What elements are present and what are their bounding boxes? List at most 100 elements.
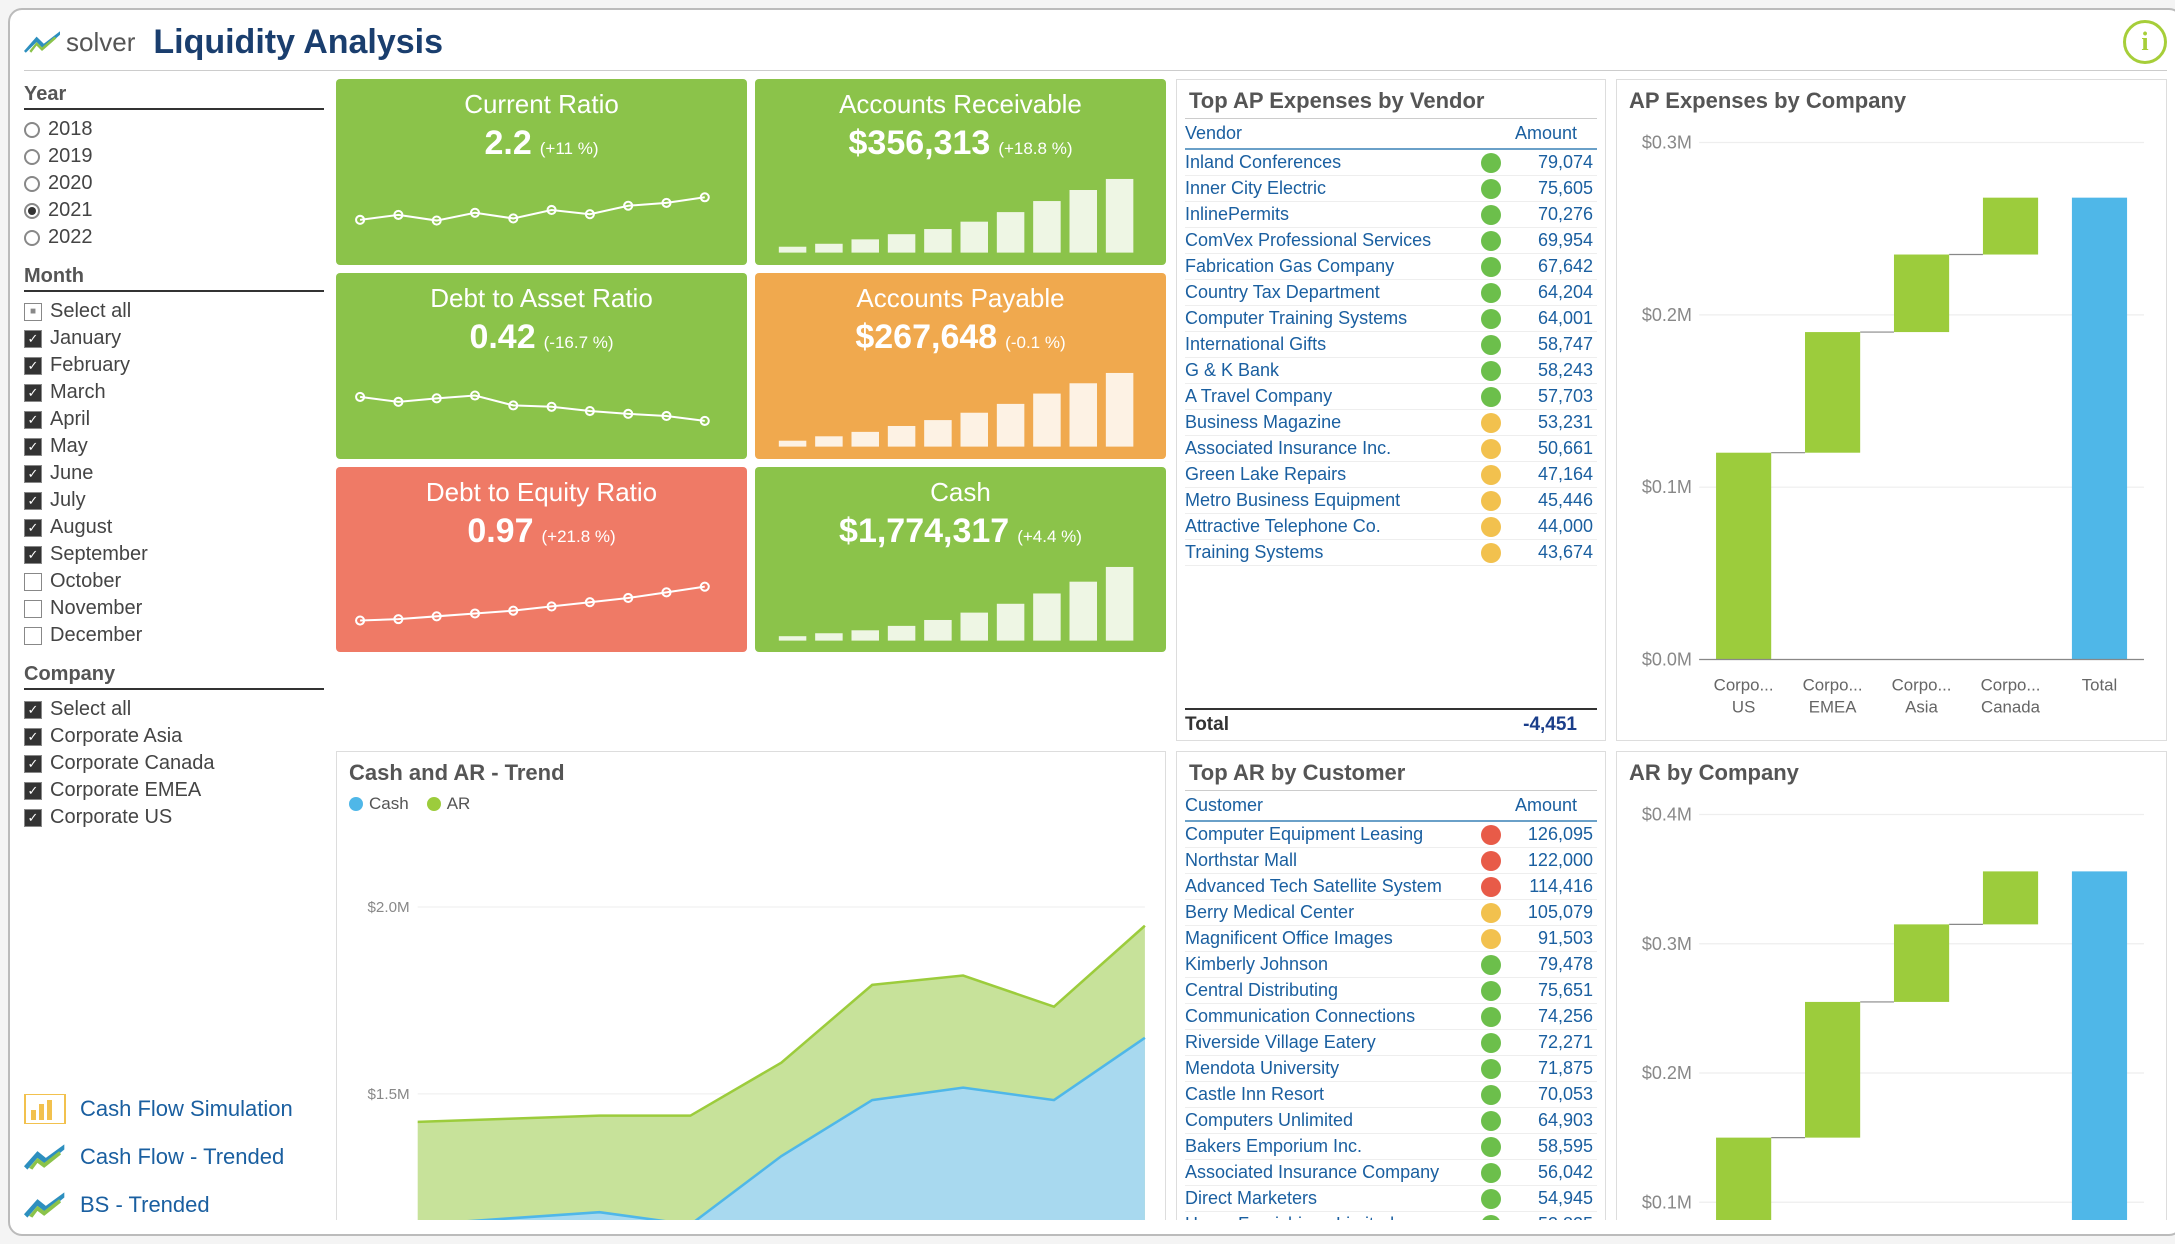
table-row[interactable]: Castle Inn Resort70,053 (1185, 1082, 1597, 1108)
year-option-2021[interactable]: 2021 (24, 197, 324, 224)
table-row[interactable]: A Travel Company57,703 (1185, 384, 1597, 410)
radio-icon (24, 176, 40, 192)
ar-customer-header[interactable]: Customer Amount (1185, 791, 1597, 822)
table-row[interactable]: Fabrication Gas Company67,642 (1185, 254, 1597, 280)
table-row[interactable]: Advanced Tech Satellite System114,416 (1185, 874, 1597, 900)
kpi-card[interactable]: Debt to Equity Ratio 0.97(+21.8 %) (336, 467, 747, 653)
table-row[interactable]: Home Furnishings Limited53,825 (1185, 1212, 1597, 1220)
solver-logo-icon (24, 31, 60, 53)
month-option[interactable]: June (24, 460, 324, 487)
company-option[interactable]: Corporate US (24, 804, 324, 831)
month-filter-title: Month (24, 265, 324, 292)
sparkbar-icon (769, 551, 1152, 647)
month-option[interactable]: July (24, 487, 324, 514)
kpi-card[interactable]: Accounts Receivable $356,313(+18.8 %) (755, 79, 1166, 265)
table-row[interactable]: ComVex Professional Services69,954 (1185, 228, 1597, 254)
table-row[interactable]: International Gifts58,747 (1185, 332, 1597, 358)
table-row[interactable]: Northstar Mall122,000 (1185, 848, 1597, 874)
table-row[interactable]: Magnificent Office Images91,503 (1185, 926, 1597, 952)
table-row[interactable]: Metro Business Equipment45,446 (1185, 488, 1597, 514)
ap-vendor-header[interactable]: Vendor Amount (1185, 119, 1597, 150)
company-option[interactable]: Corporate EMEA (24, 777, 324, 804)
ar-company-chart: $0.0M$0.1M$0.2M$0.3M$0.4MCorpo...USCorpo… (1617, 790, 2166, 1220)
status-dot-icon (1481, 877, 1501, 897)
month-option[interactable]: December (24, 622, 324, 649)
trend-legend: CashAR (337, 790, 1165, 818)
trend-title: Cash and AR - Trend (337, 752, 1165, 790)
nav-link[interactable]: Cash Flow Simulation (24, 1094, 324, 1124)
panel-ar-customer: Top AR by Customer Customer Amount Compu… (1176, 751, 1606, 1220)
table-row[interactable]: Associated Insurance Company56,042 (1185, 1160, 1597, 1186)
month-option[interactable]: October (24, 568, 324, 595)
svg-text:Corpo...: Corpo... (1981, 676, 2041, 695)
status-dot-icon (1481, 1007, 1501, 1027)
nav-link[interactable]: BS - Trended (24, 1190, 324, 1220)
header: solver Liquidity Analysis i (24, 20, 2167, 71)
table-row[interactable]: Training Systems43,674 (1185, 540, 1597, 566)
ar-customer-rows[interactable]: Computer Equipment Leasing126,095Northst… (1185, 822, 1597, 1220)
svg-text:Canada: Canada (1981, 697, 2041, 716)
month-option[interactable]: August (24, 514, 324, 541)
year-option-2019[interactable]: 2019 (24, 143, 324, 170)
table-row[interactable]: Bakers Emporium Inc.58,595 (1185, 1134, 1597, 1160)
kpi-card[interactable]: Accounts Payable $267,648(-0.1 %) (755, 273, 1166, 459)
table-row[interactable]: Country Tax Department64,204 (1185, 280, 1597, 306)
month-option[interactable]: January (24, 325, 324, 352)
table-row[interactable]: Business Magazine53,231 (1185, 410, 1597, 436)
table-row[interactable]: Communication Connections74,256 (1185, 1004, 1597, 1030)
table-row[interactable]: Riverside Village Eatery72,271 (1185, 1030, 1597, 1056)
table-row[interactable]: Computers Unlimited64,903 (1185, 1108, 1597, 1134)
brand-logo: solver (24, 27, 135, 58)
month-select-all[interactable]: Select all (24, 298, 324, 325)
checkbox-icon (24, 303, 42, 321)
company-select-all[interactable]: Select all (24, 696, 324, 723)
status-dot-icon (1481, 1163, 1501, 1183)
kpi-delta: (+21.8 %) (542, 527, 616, 547)
table-row[interactable]: Kimberly Johnson79,478 (1185, 952, 1597, 978)
ap-company-title: AP Expenses by Company (1617, 80, 2166, 118)
company-option[interactable]: Corporate Canada (24, 750, 324, 777)
month-option[interactable]: May (24, 433, 324, 460)
month-option[interactable]: April (24, 406, 324, 433)
checkbox-icon (24, 330, 42, 348)
table-row[interactable]: Computer Equipment Leasing126,095 (1185, 822, 1597, 848)
ap-vendor-rows[interactable]: Inland Conferences79,074Inner City Elect… (1185, 150, 1597, 708)
month-option[interactable]: February (24, 352, 324, 379)
status-dot-icon (1481, 335, 1501, 355)
table-row[interactable]: Inland Conferences79,074 (1185, 150, 1597, 176)
status-dot-icon (1481, 153, 1501, 173)
status-dot-icon (1481, 231, 1501, 251)
kpi-card[interactable]: Cash $1,774,317(+4.4 %) (755, 467, 1166, 653)
status-dot-icon (1481, 257, 1501, 277)
table-row[interactable]: Mendota University71,875 (1185, 1056, 1597, 1082)
svg-text:$0.3M: $0.3M (1642, 934, 1692, 954)
info-button[interactable]: i (2123, 20, 2167, 64)
table-row[interactable]: Attractive Telephone Co.44,000 (1185, 514, 1597, 540)
svg-text:Corpo...: Corpo... (1892, 676, 1952, 695)
month-option[interactable]: September (24, 541, 324, 568)
kpi-title: Debt to Equity Ratio (350, 477, 733, 508)
sparkbar-icon (769, 163, 1152, 259)
kpi-delta: (+18.8 %) (998, 139, 1072, 159)
table-row[interactable]: Inner City Electric75,605 (1185, 176, 1597, 202)
kpi-card[interactable]: Debt to Asset Ratio 0.42(-16.7 %) (336, 273, 747, 459)
month-option[interactable]: March (24, 379, 324, 406)
panel-trend: Cash and AR - Trend CashAR $1.0M$1.5M$2.… (336, 751, 1166, 1220)
kpi-card[interactable]: Current Ratio 2.2(+11 %) (336, 79, 747, 265)
month-option[interactable]: November (24, 595, 324, 622)
legend-swatch-icon (349, 797, 363, 811)
table-row[interactable]: Computer Training Systems64,001 (1185, 306, 1597, 332)
table-row[interactable]: Green Lake Repairs47,164 (1185, 462, 1597, 488)
table-row[interactable]: Central Distributing75,651 (1185, 978, 1597, 1004)
table-row[interactable]: G & K Bank58,243 (1185, 358, 1597, 384)
year-option-2020[interactable]: 2020 (24, 170, 324, 197)
table-row[interactable]: Direct Marketers54,945 (1185, 1186, 1597, 1212)
company-option[interactable]: Corporate Asia (24, 723, 324, 750)
table-row[interactable]: Berry Medical Center105,079 (1185, 900, 1597, 926)
table-row[interactable]: InlinePermits70,276 (1185, 202, 1597, 228)
year-option-2022[interactable]: 2022 (24, 224, 324, 251)
status-dot-icon (1481, 1033, 1501, 1053)
nav-link[interactable]: Cash Flow - Trended (24, 1142, 324, 1172)
table-row[interactable]: Associated Insurance Inc.50,661 (1185, 436, 1597, 462)
year-option-2018[interactable]: 2018 (24, 116, 324, 143)
